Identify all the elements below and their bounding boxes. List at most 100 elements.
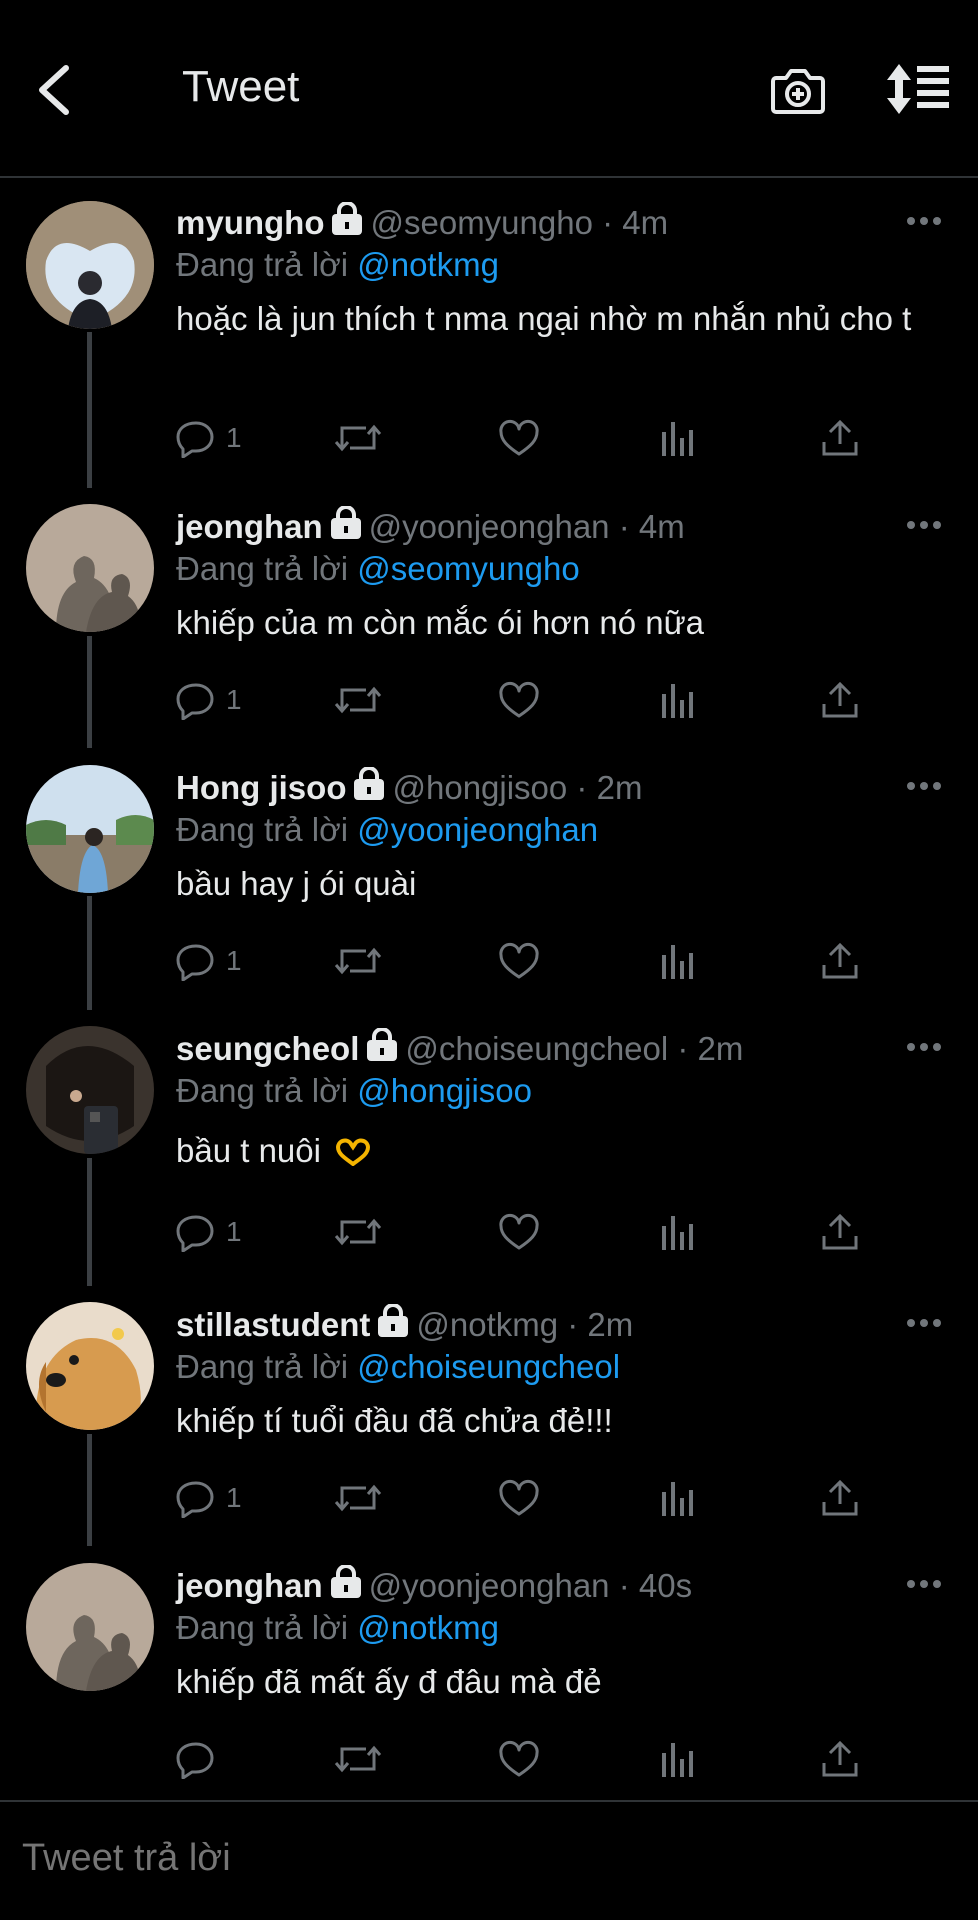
mention-link[interactable]: @choiseungcheol (357, 1348, 620, 1385)
reply-composer (0, 1800, 978, 1920)
analytics-button[interactable] (660, 414, 696, 462)
retweet-button[interactable] (334, 1735, 382, 1783)
share-button[interactable] (820, 1474, 860, 1522)
avatar[interactable] (26, 1026, 154, 1154)
retweet-button[interactable] (334, 676, 382, 724)
share-icon (822, 1740, 858, 1777)
analytics-button[interactable] (660, 1474, 696, 1522)
handle-time[interactable]: @seomyungho · 4m (370, 204, 668, 241)
avatar[interactable] (26, 765, 154, 893)
reply-button[interactable]: 1 (176, 1208, 242, 1256)
display-name[interactable]: myungho (176, 204, 324, 241)
avatar[interactable] (26, 201, 154, 329)
more-icon[interactable] (906, 1579, 942, 1589)
share-button[interactable] (820, 937, 860, 985)
reply-input[interactable] (20, 1836, 924, 1881)
like-button[interactable] (498, 1208, 540, 1256)
retweet-button[interactable] (334, 414, 382, 462)
sort-icon[interactable] (885, 62, 951, 116)
reply-icon (176, 1215, 214, 1252)
tweet-text: khiếp của m còn mắc ói hơn nó nữa (176, 604, 705, 641)
handle-time[interactable]: @hongjisoo · 2m (392, 769, 642, 806)
more-icon[interactable] (906, 1042, 942, 1052)
analytics-icon (662, 1482, 693, 1516)
replying-to: Đang trả lời @hongjisoo (176, 1072, 532, 1109)
retweet-icon (334, 424, 382, 452)
avatar[interactable] (26, 1563, 154, 1691)
more-icon[interactable] (906, 1318, 942, 1328)
analytics-button[interactable] (660, 937, 696, 985)
analytics-button[interactable] (660, 676, 696, 724)
like-icon (499, 942, 539, 979)
retweet-button[interactable] (334, 1474, 382, 1522)
like-icon (499, 1740, 539, 1777)
reply-button[interactable]: 1 (176, 414, 242, 462)
tweet[interactable]: myungho @seomyungho · 4m Đang trả lời @no… (0, 180, 978, 480)
mention-link[interactable]: @notkmg (357, 1609, 499, 1646)
like-button[interactable] (498, 676, 540, 724)
analytics-button[interactable] (660, 1735, 696, 1783)
lock-icon (330, 1565, 361, 1598)
share-button[interactable] (820, 1735, 860, 1783)
like-button[interactable] (498, 1474, 540, 1522)
reply-button[interactable]: 1 (176, 676, 242, 724)
like-icon (499, 419, 539, 456)
handle-time[interactable]: @choiseungcheol · 2m (405, 1030, 743, 1067)
mention-link[interactable]: @seomyungho (357, 550, 579, 587)
replying-to: Đang trả lời @notkmg (176, 246, 499, 283)
reply-icon (176, 1481, 214, 1518)
more-icon[interactable] (906, 216, 942, 226)
display-name[interactable]: stillastudent (176, 1306, 370, 1343)
lock-icon (367, 1028, 398, 1061)
tweet[interactable]: Hong jisoo @hongjisoo · 2m Đang trả lời @… (0, 745, 978, 1005)
retweet-icon (334, 1745, 382, 1773)
analytics-icon (662, 945, 693, 979)
display-name[interactable]: jeonghan (176, 1567, 323, 1604)
handle-time[interactable]: @yoonjeonghan · 4m (369, 508, 685, 545)
like-button[interactable] (498, 414, 540, 462)
like-button[interactable] (498, 937, 540, 985)
more-icon[interactable] (906, 520, 942, 530)
avatar[interactable] (26, 504, 154, 632)
display-name[interactable]: Hong jisoo (176, 769, 346, 806)
share-button[interactable] (820, 1208, 860, 1256)
analytics-button[interactable] (660, 1208, 696, 1256)
tweet[interactable]: seungcheol @choiseungcheol · 2m Đang trả … (0, 1006, 978, 1278)
reply-button[interactable]: 1 (176, 1474, 242, 1522)
tweet[interactable]: jeonghan @yoonjeonghan · 4m Đang trả lời … (0, 484, 978, 744)
retweet-button[interactable] (334, 937, 382, 985)
reply-count: 1 (226, 1216, 242, 1247)
tweet[interactable]: stillastudent @notkmg · 2m Đang trả lời @… (0, 1282, 978, 1542)
reply-button[interactable] (176, 1735, 226, 1783)
display-name[interactable]: jeonghan (176, 508, 323, 545)
analytics-icon (662, 1216, 693, 1250)
camera-plus-icon[interactable] (770, 62, 826, 118)
retweet-button[interactable] (334, 1208, 382, 1256)
mention-link[interactable]: @yoonjeonghan (357, 811, 598, 848)
share-button[interactable] (820, 676, 860, 724)
handle-time[interactable]: @yoonjeonghan · 40s (369, 1567, 692, 1604)
lock-icon (378, 1304, 409, 1337)
analytics-icon (662, 422, 693, 456)
avatar[interactable] (26, 1302, 154, 1430)
tweet-text: bầu t nuôi (176, 1132, 321, 1169)
reply-button[interactable]: 1 (176, 937, 242, 985)
tweet-text: bầu hay j ói quài (176, 865, 417, 902)
share-icon (822, 419, 858, 456)
tweet[interactable]: jeonghan @yoonjeonghan · 40s Đang trả lời… (0, 1543, 978, 1799)
reply-count: 1 (226, 945, 242, 976)
reply-count: 1 (226, 684, 242, 715)
more-icon[interactable] (906, 781, 942, 791)
share-icon (822, 681, 858, 718)
replying-to: Đang trả lời @choiseungcheol (176, 1348, 621, 1385)
back-arrow-icon[interactable] (30, 60, 80, 120)
mention-link[interactable]: @notkmg (357, 246, 499, 283)
mention-link[interactable]: @hongjisoo (357, 1072, 532, 1109)
handle-time[interactable]: @notkmg · 2m (416, 1306, 633, 1343)
display-name[interactable]: seungcheol (176, 1030, 359, 1067)
like-button[interactable] (498, 1735, 540, 1783)
tweet-text: khiếp tí tuổi đầu đã chửa đẻ!!! (176, 1402, 613, 1439)
retweet-icon (334, 1218, 382, 1246)
replying-to: Đang trả lời @seomyungho (176, 550, 580, 587)
share-button[interactable] (820, 414, 860, 462)
